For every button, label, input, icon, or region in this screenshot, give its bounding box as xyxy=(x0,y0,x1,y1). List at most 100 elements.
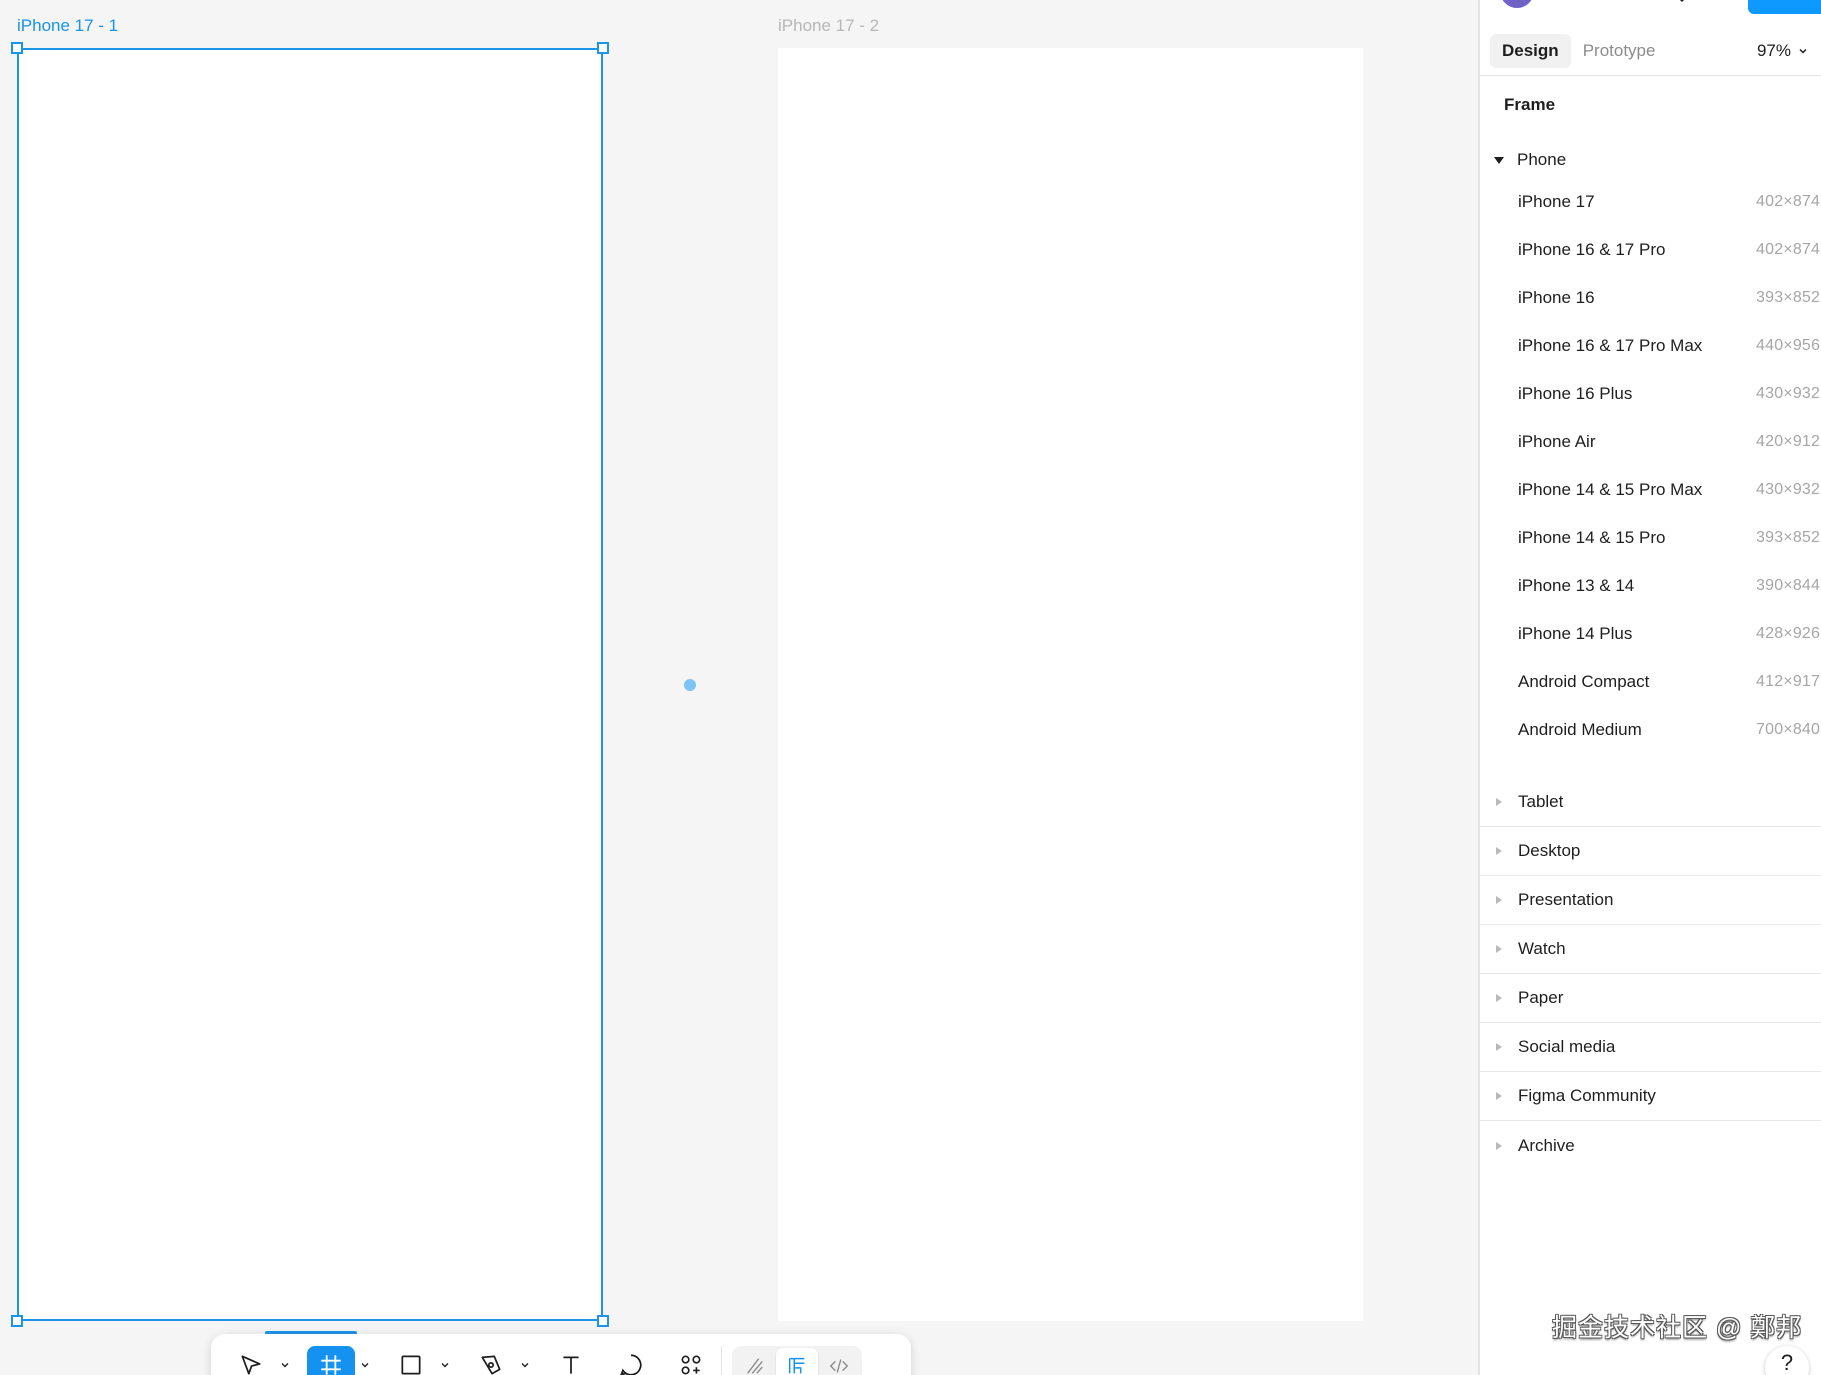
pen-tool-button[interactable] xyxy=(467,1346,515,1375)
shape-tool-button[interactable] xyxy=(387,1346,435,1375)
frame-label-iphone-17-2[interactable]: iPhone 17 - 2 xyxy=(778,16,879,36)
preset-size: 390×844 xyxy=(1756,577,1821,594)
preset-list: iPhone 17 402×874 iPhone 16 & 17 Pro 402×87… xyxy=(1480,178,1821,754)
dev-mode-button[interactable] xyxy=(818,1348,860,1375)
preset-name: iPhone 16 xyxy=(1518,288,1595,307)
caret-down-icon xyxy=(1494,156,1504,164)
chevron-down-icon xyxy=(361,1363,369,1368)
frame-tool-button[interactable] xyxy=(307,1346,355,1375)
preset-name: iPhone 14 & 15 Pro xyxy=(1518,528,1666,547)
zoom-dropdown[interactable]: 97% xyxy=(1757,28,1809,74)
avatar[interactable] xyxy=(1500,0,1534,8)
preset-group-watch[interactable]: Watch xyxy=(1480,925,1821,974)
frame-preset-item[interactable]: iPhone 16 & 17 Pro 402×874 xyxy=(1480,226,1821,274)
preset-size: 430×932 xyxy=(1756,481,1821,498)
frame-preset-item[interactable]: iPhone 13 & 14 390×844 xyxy=(1480,562,1821,610)
caret-right-icon xyxy=(1496,847,1502,855)
preset-group-label: Presentation xyxy=(1518,890,1614,909)
preset-size: 393×852 xyxy=(1756,529,1821,546)
frame-preset-item[interactable]: Android Medium 700×840 xyxy=(1480,706,1821,754)
frame-preset-item[interactable]: iPhone 16 & 17 Pro Max 440×956 xyxy=(1480,322,1821,370)
frame-tool-menu-button[interactable] xyxy=(355,1346,375,1375)
actions-icon xyxy=(681,1355,701,1375)
draw-mode-icon xyxy=(747,1358,763,1374)
preset-group-label: Social media xyxy=(1518,1037,1616,1056)
bottom-toolbar xyxy=(211,1334,911,1375)
chevron-down-icon xyxy=(441,1363,449,1368)
frame-preset-item[interactable]: iPhone 17 402×874 xyxy=(1480,178,1821,226)
frame-preset-item[interactable]: iPhone Air 420×912 xyxy=(1480,418,1821,466)
dev-mode-icon xyxy=(829,1359,849,1373)
watermark: 掘金技术社区 @ 鄭邦 xyxy=(1552,1314,1803,1342)
preset-name: iPhone 13 & 14 xyxy=(1518,576,1635,595)
preset-group-tablet[interactable]: Tablet xyxy=(1480,778,1821,827)
caret-right-icon xyxy=(1496,798,1502,806)
chevron-down-icon[interactable] xyxy=(1676,0,1688,6)
resize-handle-top-right[interactable] xyxy=(597,42,609,54)
tab-design[interactable]: Design xyxy=(1490,34,1571,68)
design-mode-button[interactable] xyxy=(776,1348,818,1375)
comment-icon xyxy=(620,1354,642,1375)
preset-group-figma-community[interactable]: Figma Community xyxy=(1480,1072,1821,1121)
shape-tool-menu-button[interactable] xyxy=(435,1346,455,1375)
preset-name: iPhone 14 & 15 Pro Max xyxy=(1518,480,1703,499)
toolbar-separator xyxy=(721,1346,722,1375)
move-tool-menu-button[interactable] xyxy=(275,1346,295,1375)
preset-size: 440×956 xyxy=(1756,337,1821,354)
frame-preset-item[interactable]: iPhone 16 Plus 430×932 xyxy=(1480,370,1821,418)
share-button[interactable] xyxy=(1748,0,1821,14)
preset-size: 420×912 xyxy=(1756,433,1821,450)
caret-right-icon xyxy=(1496,945,1502,953)
move-icon xyxy=(241,1355,261,1375)
preset-group-social-media[interactable]: Social media xyxy=(1480,1023,1821,1072)
frame-iphone-17-2[interactable] xyxy=(778,48,1363,1321)
preset-group-desktop[interactable]: Desktop xyxy=(1480,827,1821,876)
preset-group-label: Desktop xyxy=(1518,841,1581,860)
text-icon xyxy=(563,1356,579,1374)
preset-name: iPhone 17 xyxy=(1518,192,1595,211)
frame-preset-item[interactable]: iPhone 14 & 15 Pro 393×852 xyxy=(1480,514,1821,562)
actions-button[interactable] xyxy=(667,1346,715,1375)
resize-handle-bottom-left[interactable] xyxy=(11,1315,23,1327)
collapsed-preset-groups: Tablet Desktop Presentation Watch Paper Socia… xyxy=(1480,778,1821,1170)
preset-group-paper[interactable]: Paper xyxy=(1480,974,1821,1023)
caret-right-icon xyxy=(1496,1141,1502,1150)
rectangle-icon xyxy=(401,1355,421,1375)
preset-group-label: Figma Community xyxy=(1518,1086,1656,1105)
properties-panel: Design Prototype 97% Frame Phone iPhone … xyxy=(1478,0,1821,1375)
help-button[interactable]: ? xyxy=(1765,1346,1809,1375)
tab-prototype[interactable]: Prototype xyxy=(1571,34,1668,68)
resize-handle-top-left[interactable] xyxy=(11,42,23,54)
preset-name: iPhone 16 & 17 Pro Max xyxy=(1518,336,1703,355)
draw-mode-button[interactable] xyxy=(734,1348,776,1375)
chevron-down-icon xyxy=(521,1363,529,1368)
frame-preset-item[interactable]: iPhone 16 393×852 xyxy=(1480,274,1821,322)
preset-name: Android Medium xyxy=(1518,720,1642,739)
frame-iphone-17-1-selected[interactable] xyxy=(17,48,603,1321)
pen-icon xyxy=(481,1355,501,1375)
preset-group-label: Paper xyxy=(1518,988,1564,1007)
design-canvas[interactable]: iPhone 17 - 1 iPhone 17 - 2 xyxy=(0,0,1478,1375)
move-tool-button[interactable] xyxy=(227,1346,275,1375)
preset-size: 428×926 xyxy=(1756,625,1821,642)
design-mode-icon xyxy=(788,1357,805,1374)
mode-switcher xyxy=(732,1346,862,1375)
frame-preset-item[interactable]: iPhone 14 Plus 428×926 xyxy=(1480,610,1821,658)
frame-preset-item[interactable]: iPhone 14 & 15 Pro Max 430×932 xyxy=(1480,466,1821,514)
preset-name: iPhone 16 Plus xyxy=(1518,384,1633,403)
preset-group-archive[interactable]: Archive xyxy=(1480,1121,1821,1170)
resize-handle-bottom-right[interactable] xyxy=(597,1315,609,1327)
chevron-down-icon xyxy=(281,1363,289,1368)
text-tool-button[interactable] xyxy=(547,1346,595,1375)
preset-size: 393×852 xyxy=(1756,289,1821,306)
cursor-indicator xyxy=(684,679,696,691)
preset-group-presentation[interactable]: Presentation xyxy=(1480,876,1821,925)
preset-group-header-phone[interactable]: Phone xyxy=(1480,142,1821,178)
preset-size: 412×917 xyxy=(1756,673,1821,690)
frame-label-iphone-17-1[interactable]: iPhone 17 - 1 xyxy=(17,16,118,36)
pen-tool-menu-button[interactable] xyxy=(515,1346,535,1375)
comment-tool-button[interactable] xyxy=(607,1346,655,1375)
preset-group-label: Tablet xyxy=(1518,792,1564,811)
preset-size: 402×874 xyxy=(1756,241,1821,258)
frame-preset-item[interactable]: Android Compact 412×917 xyxy=(1480,658,1821,706)
